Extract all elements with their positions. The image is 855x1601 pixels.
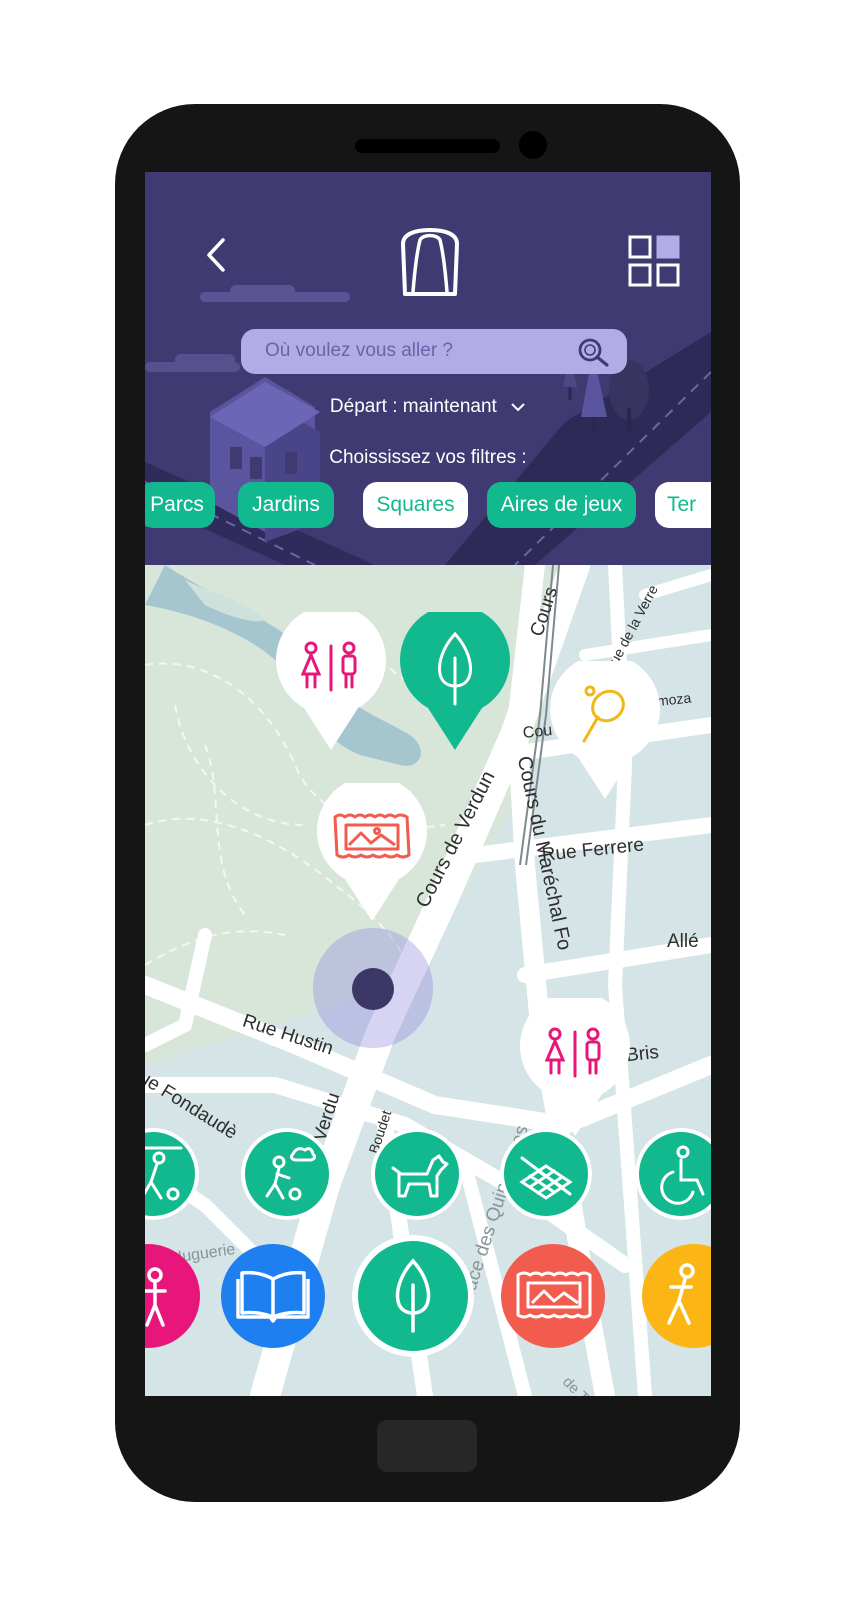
category-museums[interactable] [500, 1243, 606, 1349]
back-button[interactable] [195, 232, 241, 278]
app-header: Où voulez vous aller ? Départ : maintena… [145, 172, 711, 565]
filter-chip-squares[interactable]: Squares [363, 482, 468, 528]
map-view[interactable]: Cours de Verdun Cours du Maréchal Fo Rue… [145, 565, 711, 1396]
phone-speaker [355, 139, 500, 153]
chevron-left-icon [207, 238, 225, 272]
app-screen: Où voulez vous aller ? Départ : maintena… [145, 172, 711, 1396]
current-location-dot [352, 968, 394, 1010]
search-bar[interactable]: Où voulez vous aller ? [241, 329, 627, 374]
chevron-down-icon [511, 403, 525, 412]
grid-view-button[interactable] [627, 234, 681, 288]
category-parks-selected[interactable] [352, 1235, 474, 1357]
category-library[interactable] [220, 1243, 326, 1349]
filters-title: Choississez vos filtres : [329, 447, 527, 468]
park-pin[interactable] [398, 612, 512, 754]
amenity-child-ball[interactable] [241, 1128, 333, 1220]
toilets-pin[interactable] [518, 998, 632, 1140]
filter-chip-ter[interactable]: Ter [655, 482, 711, 528]
departure-label: Départ : maintenant [329, 396, 497, 417]
amenity-no-picnic[interactable] [500, 1128, 592, 1220]
toilets-pin[interactable] [274, 612, 388, 754]
grid-icon [628, 235, 680, 287]
museum-pin[interactable] [315, 783, 429, 925]
ping-pong-pin[interactable] [548, 661, 662, 803]
app-logo [395, 222, 465, 302]
filter-chip-aires-de-jeux[interactable]: Aires de jeux [487, 482, 636, 528]
phone-camera [519, 131, 547, 159]
filter-chip-jardins[interactable]: Jardins [238, 482, 334, 528]
filter-chip-parcs[interactable]: Parcs [145, 482, 215, 528]
phone-home-button[interactable] [377, 1420, 477, 1472]
street-label: Allé [667, 931, 699, 952]
search-icon[interactable] [576, 335, 612, 369]
departure-selector[interactable]: Départ : maintenant [145, 396, 711, 418]
canele-logo-icon [401, 228, 459, 296]
amenity-dogs[interactable] [371, 1128, 463, 1220]
search-input[interactable]: Où voulez vous aller ? [265, 340, 453, 362]
